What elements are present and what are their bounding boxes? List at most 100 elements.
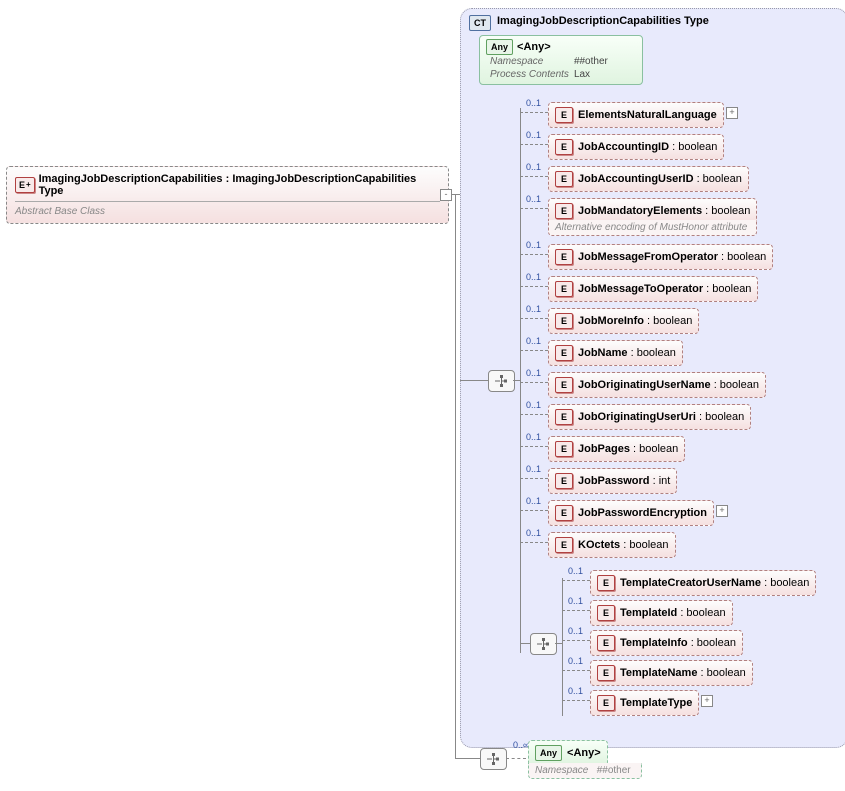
occurrence-label: 0..1 xyxy=(526,432,541,442)
connector xyxy=(562,700,590,701)
occurrence-label: 0..1 xyxy=(526,272,541,282)
occurrence-label: 0..1 xyxy=(526,194,541,204)
connector xyxy=(520,112,548,113)
occurrence-label: 0..1 xyxy=(526,162,541,172)
element-badge: E xyxy=(555,473,573,489)
element-label: JobAccountingID : boolean xyxy=(578,141,717,153)
sequence-indicator xyxy=(488,370,515,392)
occurrence-label: 0..1 xyxy=(526,336,541,346)
connector xyxy=(562,640,590,641)
element-koctets[interactable]: EKOctets : boolean xyxy=(548,532,676,558)
connector xyxy=(520,176,548,177)
element-label: JobMandatoryElements : boolean xyxy=(578,205,750,217)
root-element: E+ ImagingJobDescriptionCapabilities : I… xyxy=(6,166,449,224)
element-jobpasswordencryption[interactable]: EJobPasswordEncryption xyxy=(548,500,714,526)
element-templatename[interactable]: ETemplateName : boolean xyxy=(590,660,753,686)
element-label: JobMoreInfo : boolean xyxy=(578,315,692,327)
spine-h xyxy=(513,380,520,381)
element-templateid[interactable]: E TemplateId : boolean xyxy=(590,600,733,626)
element-badge: E xyxy=(555,345,573,361)
element-templatetype[interactable]: E TemplateType xyxy=(590,690,699,716)
element-label: TemplateInfo : boolean xyxy=(620,637,736,649)
element-templatecreatorusername[interactable]: E TemplateCreatorUserName : boolean xyxy=(590,570,816,596)
connector xyxy=(520,144,548,145)
expand-stub[interactable]: + xyxy=(701,695,713,707)
element-label: KOctets : boolean xyxy=(578,539,669,551)
connector xyxy=(520,318,548,319)
occurrence-label: 0..1 xyxy=(526,240,541,250)
spine-main xyxy=(520,108,521,653)
bottom-conn xyxy=(506,758,526,759)
connector xyxy=(520,478,548,479)
element-label: JobOriginatingUserUri : boolean xyxy=(578,411,744,423)
element-badge: E xyxy=(555,171,573,187)
connector xyxy=(520,446,548,447)
element-badge: E xyxy=(597,635,615,651)
element-badge: E+ xyxy=(15,177,35,193)
connector xyxy=(460,380,488,381)
element-badge: E xyxy=(597,665,615,681)
element-label: JobPages : boolean xyxy=(578,443,678,455)
element-badge: E xyxy=(555,505,573,521)
element-jobaccountingid[interactable]: EJobAccountingID : boolean xyxy=(548,134,724,160)
element-badge: E xyxy=(555,409,573,425)
ct-title: ImagingJobDescriptionCapabilities Type xyxy=(497,15,709,31)
element-label: JobAccountingUserID : boolean xyxy=(578,173,742,185)
divider xyxy=(15,201,440,202)
nested-h xyxy=(555,643,562,644)
element-templateinfo[interactable]: E TemplateInfo : boolean xyxy=(590,630,743,656)
element-badge: E xyxy=(555,377,573,393)
element-jobname[interactable]: E JobName : boolean xyxy=(548,340,683,366)
occurrence-label: 0..1 xyxy=(568,656,583,666)
element-label: TemplateCreatorUserName : boolean xyxy=(620,577,809,589)
any-top: Any <Any> Namespace##other Process Conte… xyxy=(479,35,643,85)
connector xyxy=(562,580,590,581)
element-elementsnaturallanguage[interactable]: EElementsNaturalLanguage xyxy=(548,102,724,128)
occurrence-label: 0..1 xyxy=(568,596,583,606)
occurrence-label: 0..1 xyxy=(568,626,583,636)
connector xyxy=(520,510,548,511)
root-title: ImagingJobDescriptionCapabilities : Imag… xyxy=(39,173,440,197)
element-label: JobName : boolean xyxy=(578,347,676,359)
occurrence-label: 0..1 xyxy=(526,496,541,506)
expand-stub[interactable]: + xyxy=(726,107,738,119)
element-jobpassword[interactable]: E JobPassword : int xyxy=(548,468,677,494)
element-badge: E xyxy=(555,203,573,219)
element-joboriginatinguseruri[interactable]: E JobOriginatingUserUri : boolean xyxy=(548,404,751,430)
element-badge: E xyxy=(597,605,615,621)
element-badge: E xyxy=(555,107,573,123)
element-jobmessagefromoperator[interactable]: EJobMessageFromOperator : boolean xyxy=(548,244,773,270)
occurrence-label: 0..1 xyxy=(526,464,541,474)
occurrence-label: 0..1 xyxy=(526,130,541,140)
element-jobmessagetooperator[interactable]: EJobMessageToOperator : boolean xyxy=(548,276,758,302)
nested-conn xyxy=(520,643,530,644)
expand-stub[interactable]: + xyxy=(716,505,728,517)
element-jobaccountinguserid[interactable]: E JobAccountingUserID : boolean xyxy=(548,166,749,192)
occ-bottom: 0..∞ xyxy=(513,740,529,750)
occurrence-label: 0..1 xyxy=(568,686,583,696)
element-jobmoreinfo[interactable]: E JobMoreInfo : boolean xyxy=(548,308,699,334)
any-properties: Namespace##other Process ContentsLax xyxy=(486,55,612,81)
occurrence-label: 0..1 xyxy=(526,400,541,410)
element-label: TemplateType xyxy=(620,697,692,709)
element-badge: E xyxy=(597,575,615,591)
element-badge: E xyxy=(555,281,573,297)
element-jobpages[interactable]: E JobPages : boolean xyxy=(548,436,685,462)
occurrence-label: 0..1 xyxy=(526,98,541,108)
element-label: JobOriginatingUserName : boolean xyxy=(578,379,759,391)
occurrence-label: 0..1 xyxy=(568,566,583,576)
connector xyxy=(562,670,590,671)
element-badge: E xyxy=(555,313,573,329)
root-to-bottom-h xyxy=(455,758,480,759)
element-badge: E xyxy=(555,441,573,457)
element-label: TemplateId : boolean xyxy=(620,607,726,619)
element-badge: E xyxy=(597,695,615,711)
any-bottom-ns: Namespace ##other xyxy=(528,763,642,779)
element-joboriginatingusername[interactable]: E JobOriginatingUserName : boolean xyxy=(548,372,766,398)
element-label: JobPassword : int xyxy=(578,475,670,487)
any-bottom-badge: Any xyxy=(535,745,562,761)
element-note: Alternative encoding of MustHonor attrib… xyxy=(548,220,757,236)
connector xyxy=(520,382,548,383)
any-label: <Any> xyxy=(517,41,551,53)
expand-root[interactable]: - xyxy=(440,189,452,201)
